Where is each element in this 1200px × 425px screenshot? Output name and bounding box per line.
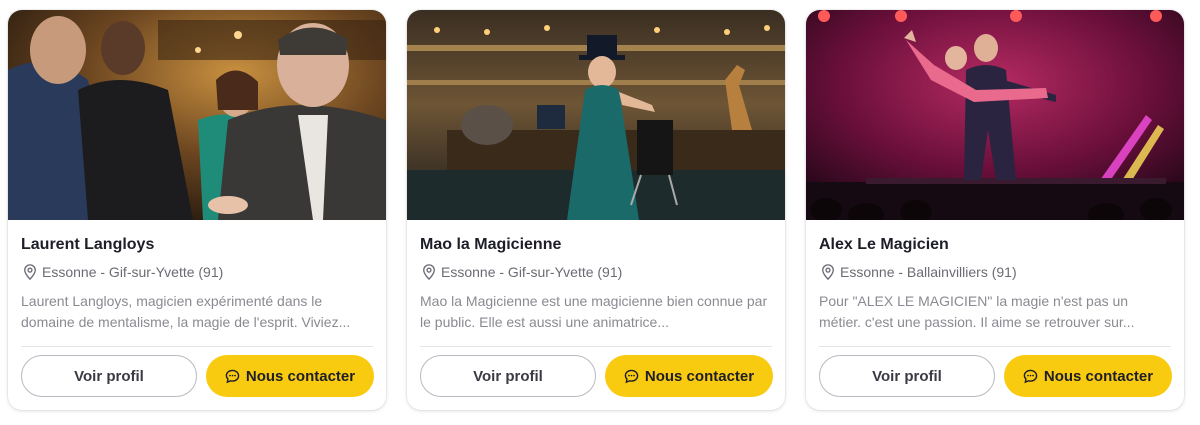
magician-card-list: Laurent Langloys Essonne - Gif-sur-Yvett… [0, 0, 1200, 425]
contact-button[interactable]: Nous contacter [1004, 355, 1172, 397]
contact-label: Nous contacter [1043, 367, 1154, 385]
chat-bubble-icon [1023, 369, 1038, 383]
chat-bubble-icon [624, 369, 639, 383]
contact-label: Nous contacter [644, 367, 755, 385]
view-profile-button[interactable]: Voir profil [21, 355, 197, 397]
location: Essonne - Gif-sur-Yvette (91) [420, 263, 622, 281]
magician-description: Mao la Magicienne est une magicienne bie… [420, 293, 768, 330]
view-profile-label: Voir profil [872, 367, 942, 385]
chat-bubble-icon [225, 369, 240, 383]
contact-label: Nous contacter [245, 367, 356, 385]
magician-name[interactable]: Laurent Langloys [21, 236, 154, 254]
magician-description: Pour "ALEX LE MAGICIEN" la magie n'est p… [819, 293, 1135, 330]
magician-photo[interactable] [407, 10, 785, 220]
location-pin-icon [423, 264, 435, 281]
location: Essonne - Ballainvilliers (91) [819, 263, 1017, 281]
card-divider [420, 346, 772, 347]
location-text: Essonne - Ballainvilliers (91) [840, 264, 1017, 280]
contact-button[interactable]: Nous contacter [605, 355, 773, 397]
magician-photo[interactable] [806, 10, 1184, 220]
location-text: Essonne - Gif-sur-Yvette (91) [42, 264, 224, 280]
magician-name[interactable]: Alex Le Magicien [819, 236, 949, 254]
magician-card[interactable]: Laurent Langloys Essonne - Gif-sur-Yvett… [8, 10, 386, 410]
location-pin-icon [24, 264, 36, 281]
location-text: Essonne - Gif-sur-Yvette (91) [441, 264, 623, 280]
view-profile-button[interactable]: Voir profil [420, 355, 596, 397]
magician-card[interactable]: Alex Le Magicien Essonne - Ballainvillie… [806, 10, 1184, 410]
magician-card[interactable]: Mao la Magicienne Essonne - Gif-sur-Yvet… [407, 10, 785, 410]
location: Essonne - Gif-sur-Yvette (91) [21, 263, 223, 281]
view-profile-button[interactable]: Voir profil [819, 355, 995, 397]
location-pin-icon [822, 264, 834, 281]
magician-name[interactable]: Mao la Magicienne [420, 236, 561, 254]
contact-button[interactable]: Nous contacter [206, 355, 374, 397]
view-profile-label: Voir profil [74, 367, 144, 385]
card-divider [21, 346, 373, 347]
view-profile-label: Voir profil [473, 367, 543, 385]
magician-photo[interactable] [8, 10, 386, 220]
card-divider [819, 346, 1171, 347]
magician-description: Laurent Langloys, magicien expérimenté d… [21, 293, 351, 330]
